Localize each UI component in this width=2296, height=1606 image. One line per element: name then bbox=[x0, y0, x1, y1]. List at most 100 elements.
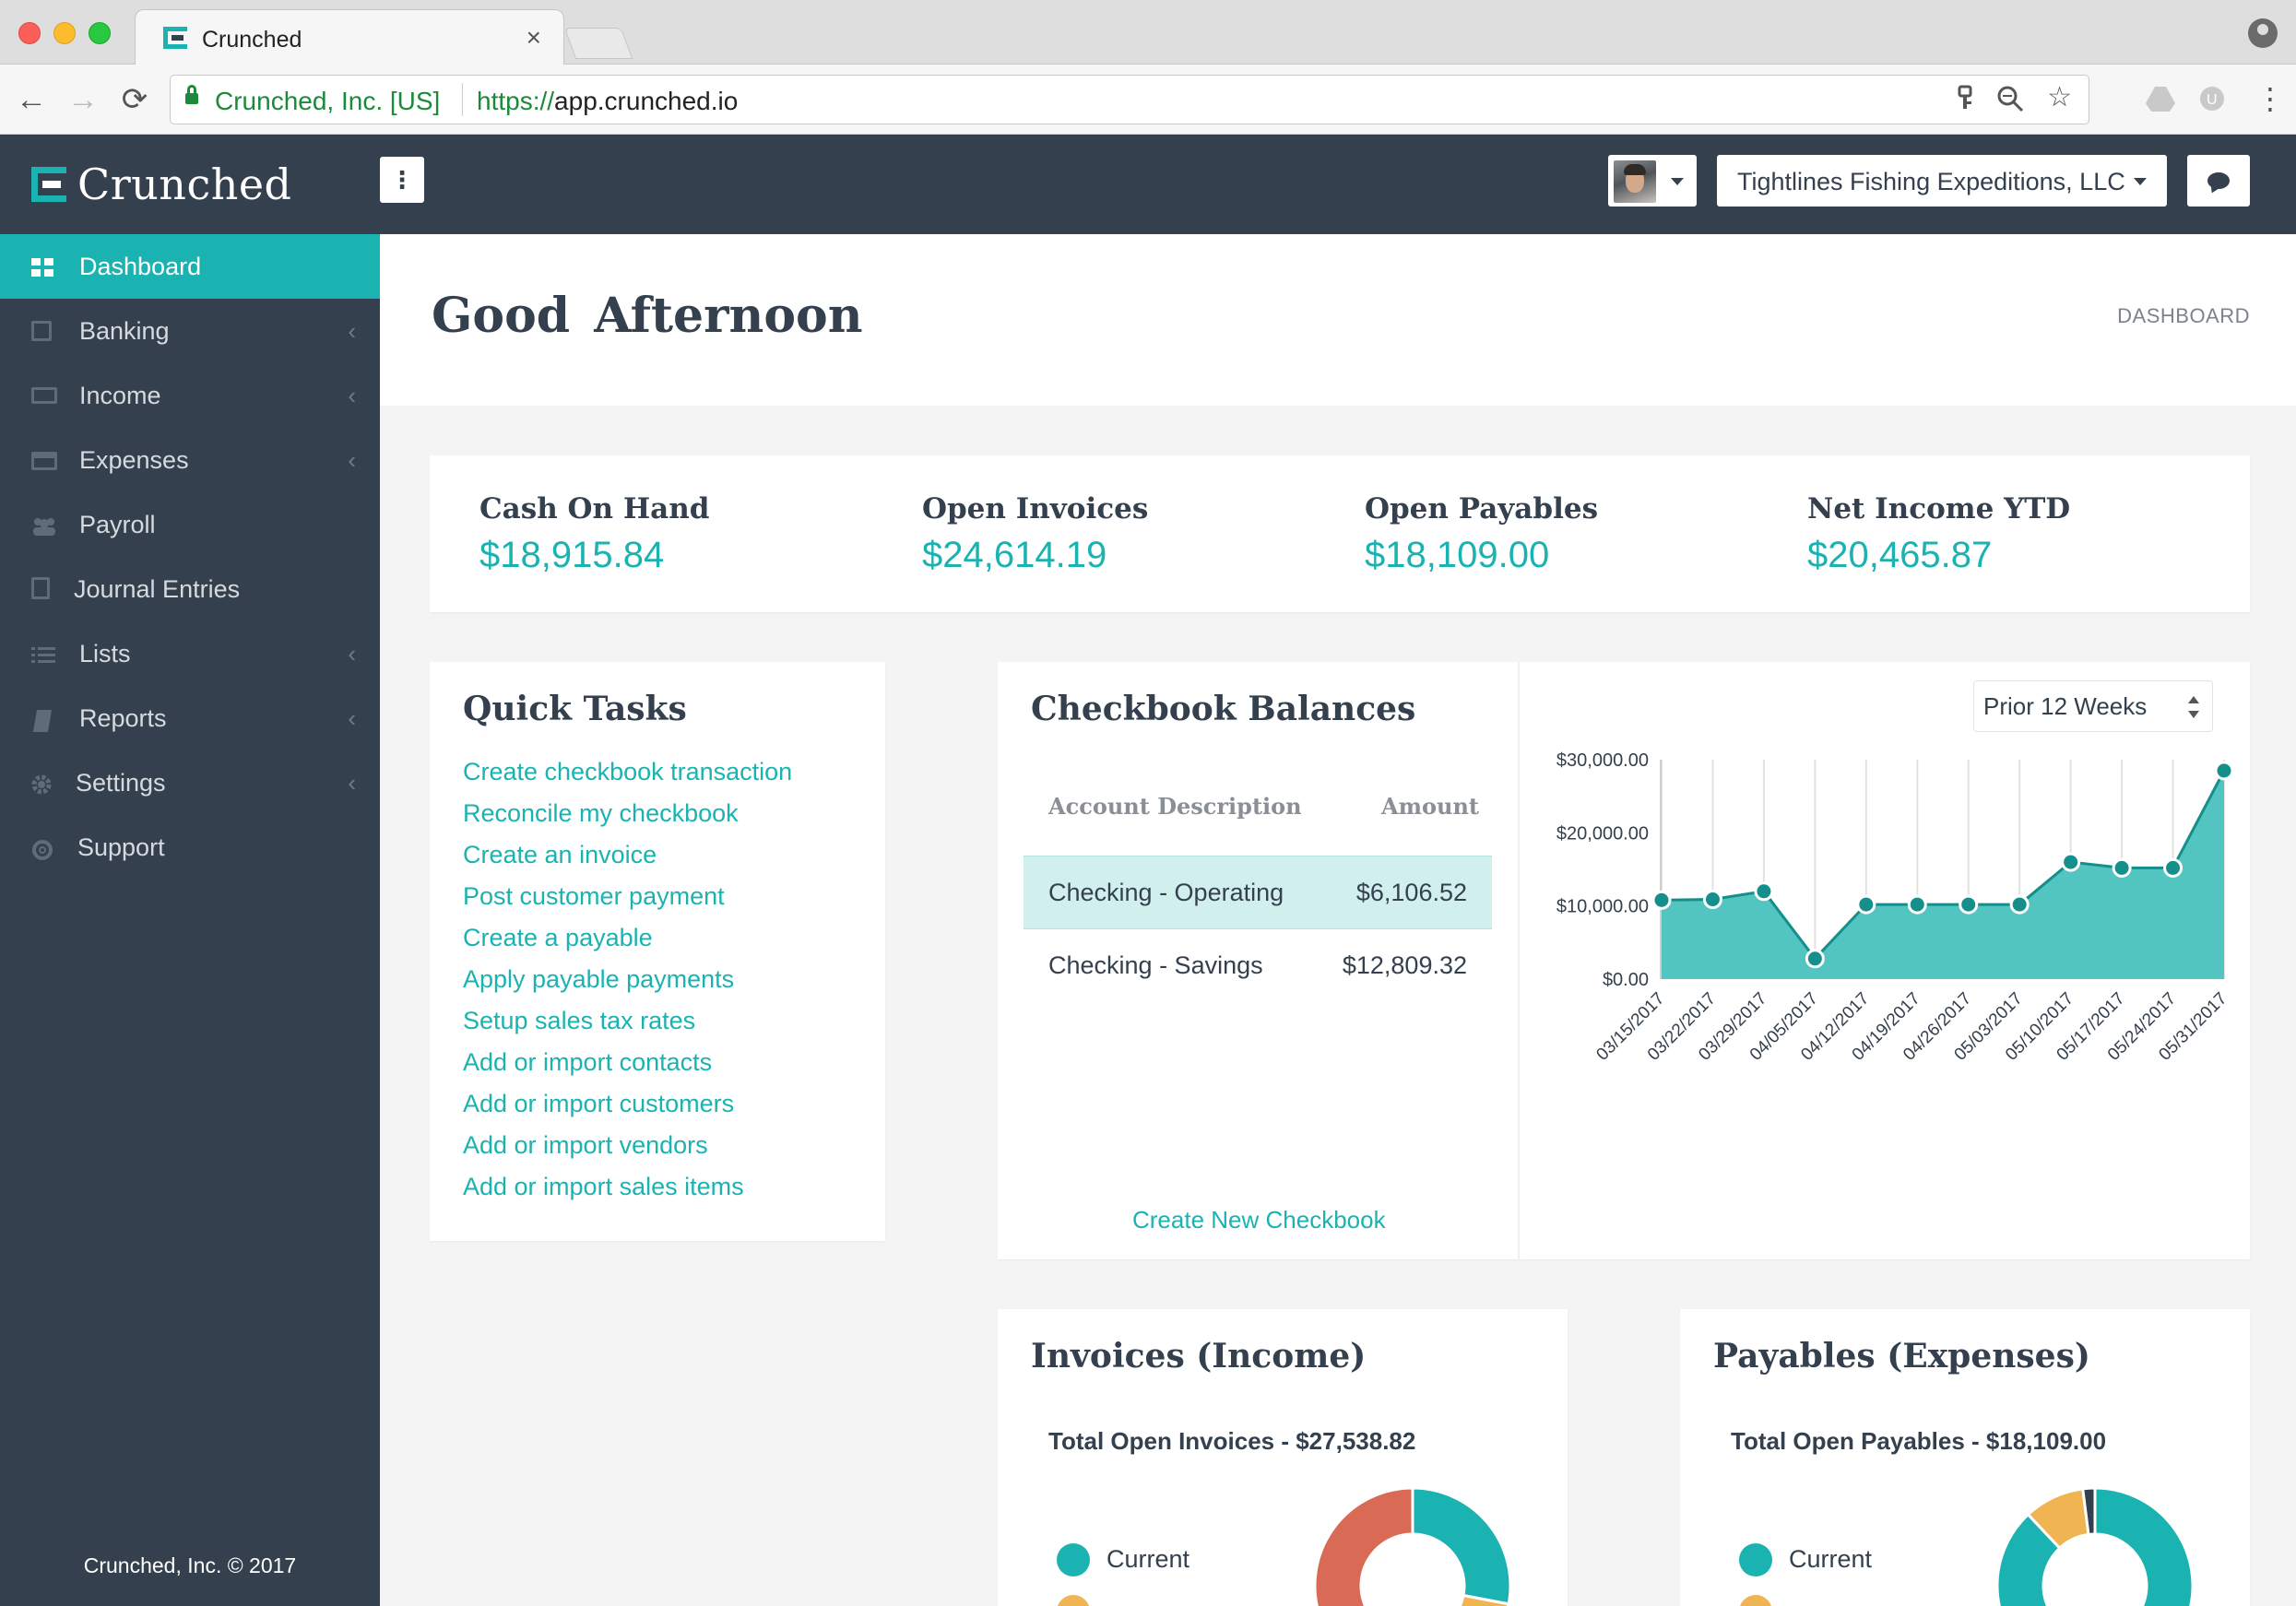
task-post-customer-payment[interactable]: Post customer payment bbox=[463, 882, 725, 911]
browser-toolbar: ← → ⟳ Crunched, Inc. [US] https://app.cr… bbox=[0, 65, 2296, 135]
sidebar-toggle-button[interactable]: ⋮ bbox=[380, 157, 424, 203]
task-create-payable[interactable]: Create a payable bbox=[463, 924, 653, 952]
kpi-card: Cash On Hand $18,915.84 Open Invoices $2… bbox=[430, 455, 2250, 612]
settings-icon bbox=[31, 774, 53, 795]
sidebar-item-journal-entries[interactable]: Journal Entries bbox=[0, 557, 380, 621]
user-menu-button[interactable] bbox=[1608, 155, 1697, 207]
task-add-import-customers[interactable]: Add or import customers bbox=[463, 1090, 734, 1118]
balance-area bbox=[1662, 770, 2224, 979]
chat-button[interactable] bbox=[2187, 155, 2250, 207]
table-row[interactable]: Checking - Operating $6,106.52 bbox=[1024, 856, 1492, 929]
task-add-import-contacts[interactable]: Add or import contacts bbox=[463, 1048, 712, 1077]
column-header-description[interactable]: Account Description bbox=[1048, 793, 1302, 820]
period-select[interactable]: Prior 12 Weeks bbox=[1973, 680, 2213, 732]
create-new-checkbook-link[interactable]: Create New Checkbook bbox=[1132, 1206, 1386, 1234]
kpi-label: Net Income YTD bbox=[1807, 492, 2071, 525]
crunched-logo[interactable]: Crunched bbox=[31, 159, 292, 209]
sidebar-item-label: Journal Entries bbox=[74, 575, 241, 603]
reload-icon[interactable]: ⟳ bbox=[116, 83, 153, 116]
maximize-window-button[interactable] bbox=[89, 22, 111, 44]
kpi-open-payables: Open Payables $18,109.00 bbox=[1365, 492, 1598, 576]
sidebar-item-label: Dashboard bbox=[79, 253, 202, 280]
legend-current-label: Current bbox=[1789, 1545, 1873, 1573]
expenses-icon bbox=[31, 452, 57, 470]
kpi-label: Open Invoices bbox=[922, 492, 1149, 525]
reports-icon bbox=[31, 710, 53, 732]
drive-icon[interactable] bbox=[2145, 85, 2176, 120]
banking-icon bbox=[31, 321, 52, 341]
data-point[interactable] bbox=[1907, 894, 1927, 915]
sidebar-item-label: Income bbox=[79, 382, 161, 409]
sidebar: Dashboard Banking ‹ Income ‹ Expenses ‹ … bbox=[0, 234, 380, 1606]
table-row[interactable]: Checking - Savings $12,809.32 bbox=[1024, 929, 1492, 1003]
crunched-favicon-icon bbox=[163, 27, 187, 49]
data-point[interactable] bbox=[2061, 852, 2081, 872]
kpi-label: Open Payables bbox=[1365, 492, 1599, 525]
new-tab-button[interactable] bbox=[563, 28, 633, 59]
close-window-button[interactable] bbox=[18, 22, 41, 44]
data-point[interactable] bbox=[1959, 894, 1979, 915]
back-arrow-icon[interactable]: ← bbox=[13, 83, 50, 116]
browser-tab-active[interactable]: Crunched × bbox=[135, 9, 564, 65]
kpi-value: $24,614.19 bbox=[922, 535, 1107, 575]
payables-title: Payables (Expenses) bbox=[1713, 1337, 2090, 1376]
data-point[interactable] bbox=[2214, 761, 2234, 781]
sidebar-item-banking[interactable]: Banking ‹ bbox=[0, 299, 380, 363]
sidebar-item-label: Payroll bbox=[79, 511, 156, 538]
sidebar-item-expenses[interactable]: Expenses ‹ bbox=[0, 428, 380, 492]
kpi-net-income-ytd: Net Income YTD $20,465.87 bbox=[1807, 492, 2070, 576]
sidebar-item-payroll[interactable]: Payroll bbox=[0, 492, 380, 557]
checkbook-balance-chart: $0.00$10,000.00$20,000.00$30,000.00 03/1… bbox=[1556, 750, 2234, 1065]
sidebar-item-dashboard[interactable]: Dashboard bbox=[0, 234, 380, 299]
task-apply-payable-payments[interactable]: Apply payable payments bbox=[463, 965, 734, 994]
quick-tasks-title: Quick Tasks bbox=[463, 690, 687, 728]
donut-slice[interactable] bbox=[1411, 1486, 1512, 1606]
forward-arrow-icon[interactable]: → bbox=[65, 83, 101, 116]
data-point[interactable] bbox=[2112, 857, 2132, 878]
minimize-window-button[interactable] bbox=[53, 22, 76, 44]
key-icon[interactable] bbox=[1956, 85, 1974, 120]
task-create-checkbook-transaction[interactable]: Create checkbook transaction bbox=[463, 758, 792, 786]
quick-tasks-card: Quick Tasks Create checkbook transaction… bbox=[430, 662, 885, 1241]
sidebar-item-reports[interactable]: Reports ‹ bbox=[0, 686, 380, 750]
kpi-label: Cash On Hand bbox=[479, 492, 710, 525]
star-icon[interactable]: ☆ bbox=[2047, 81, 2072, 113]
task-setup-sales-tax-rates[interactable]: Setup sales tax rates bbox=[463, 1007, 695, 1035]
data-point[interactable] bbox=[2009, 894, 2030, 915]
y-tick-label: $0.00 bbox=[1603, 970, 1649, 990]
sidebar-item-income[interactable]: Income ‹ bbox=[0, 363, 380, 428]
data-point[interactable] bbox=[1805, 949, 1825, 969]
task-reconcile-checkbook[interactable]: Reconcile my checkbook bbox=[463, 799, 739, 828]
lists-icon bbox=[31, 645, 55, 664]
sidebar-item-label: Settings bbox=[76, 769, 166, 797]
sidebar-item-settings[interactable]: Settings ‹ bbox=[0, 750, 380, 815]
url-separator bbox=[462, 83, 463, 116]
browser-menu-icon[interactable]: ⋮ bbox=[2255, 81, 2285, 116]
address-bar[interactable]: Crunched, Inc. [US] https://app.crunched… bbox=[170, 75, 2089, 124]
zoom-icon[interactable] bbox=[1996, 85, 2024, 120]
tab-close-icon[interactable]: × bbox=[527, 23, 541, 53]
site-origin: Crunched, Inc. [US] bbox=[215, 87, 441, 115]
extension-icon[interactable]: U bbox=[2198, 85, 2226, 120]
sidebar-item-lists[interactable]: Lists ‹ bbox=[0, 621, 380, 686]
period-select-value: Prior 12 Weeks bbox=[1983, 692, 2148, 720]
svg-text:U: U bbox=[2207, 92, 2218, 108]
data-point[interactable] bbox=[2163, 857, 2184, 878]
crunched-logo-icon bbox=[31, 167, 66, 202]
logo-text: Crunched bbox=[77, 159, 292, 209]
kpi-value: $18,109.00 bbox=[1365, 535, 1550, 575]
sidebar-item-label: Banking bbox=[79, 317, 170, 345]
data-point[interactable] bbox=[1651, 890, 1672, 910]
kpi-cash-on-hand: Cash On Hand $18,915.84 bbox=[479, 492, 709, 576]
column-header-amount[interactable]: Amount bbox=[1381, 793, 1479, 820]
task-add-import-vendors[interactable]: Add or import vendors bbox=[463, 1131, 708, 1160]
task-add-import-sales-items[interactable]: Add or import sales items bbox=[463, 1173, 744, 1201]
sidebar-item-support[interactable]: Support bbox=[0, 815, 380, 880]
data-point[interactable] bbox=[1856, 894, 1876, 915]
company-selector[interactable]: Tightlines Fishing Expeditions, LLC bbox=[1717, 155, 2167, 207]
url-text[interactable]: https://app.crunched.io bbox=[477, 87, 738, 116]
data-point[interactable] bbox=[1702, 890, 1722, 910]
task-create-invoice[interactable]: Create an invoice bbox=[463, 841, 657, 869]
data-point[interactable] bbox=[1754, 881, 1774, 902]
browser-profile-icon[interactable] bbox=[2248, 18, 2278, 48]
